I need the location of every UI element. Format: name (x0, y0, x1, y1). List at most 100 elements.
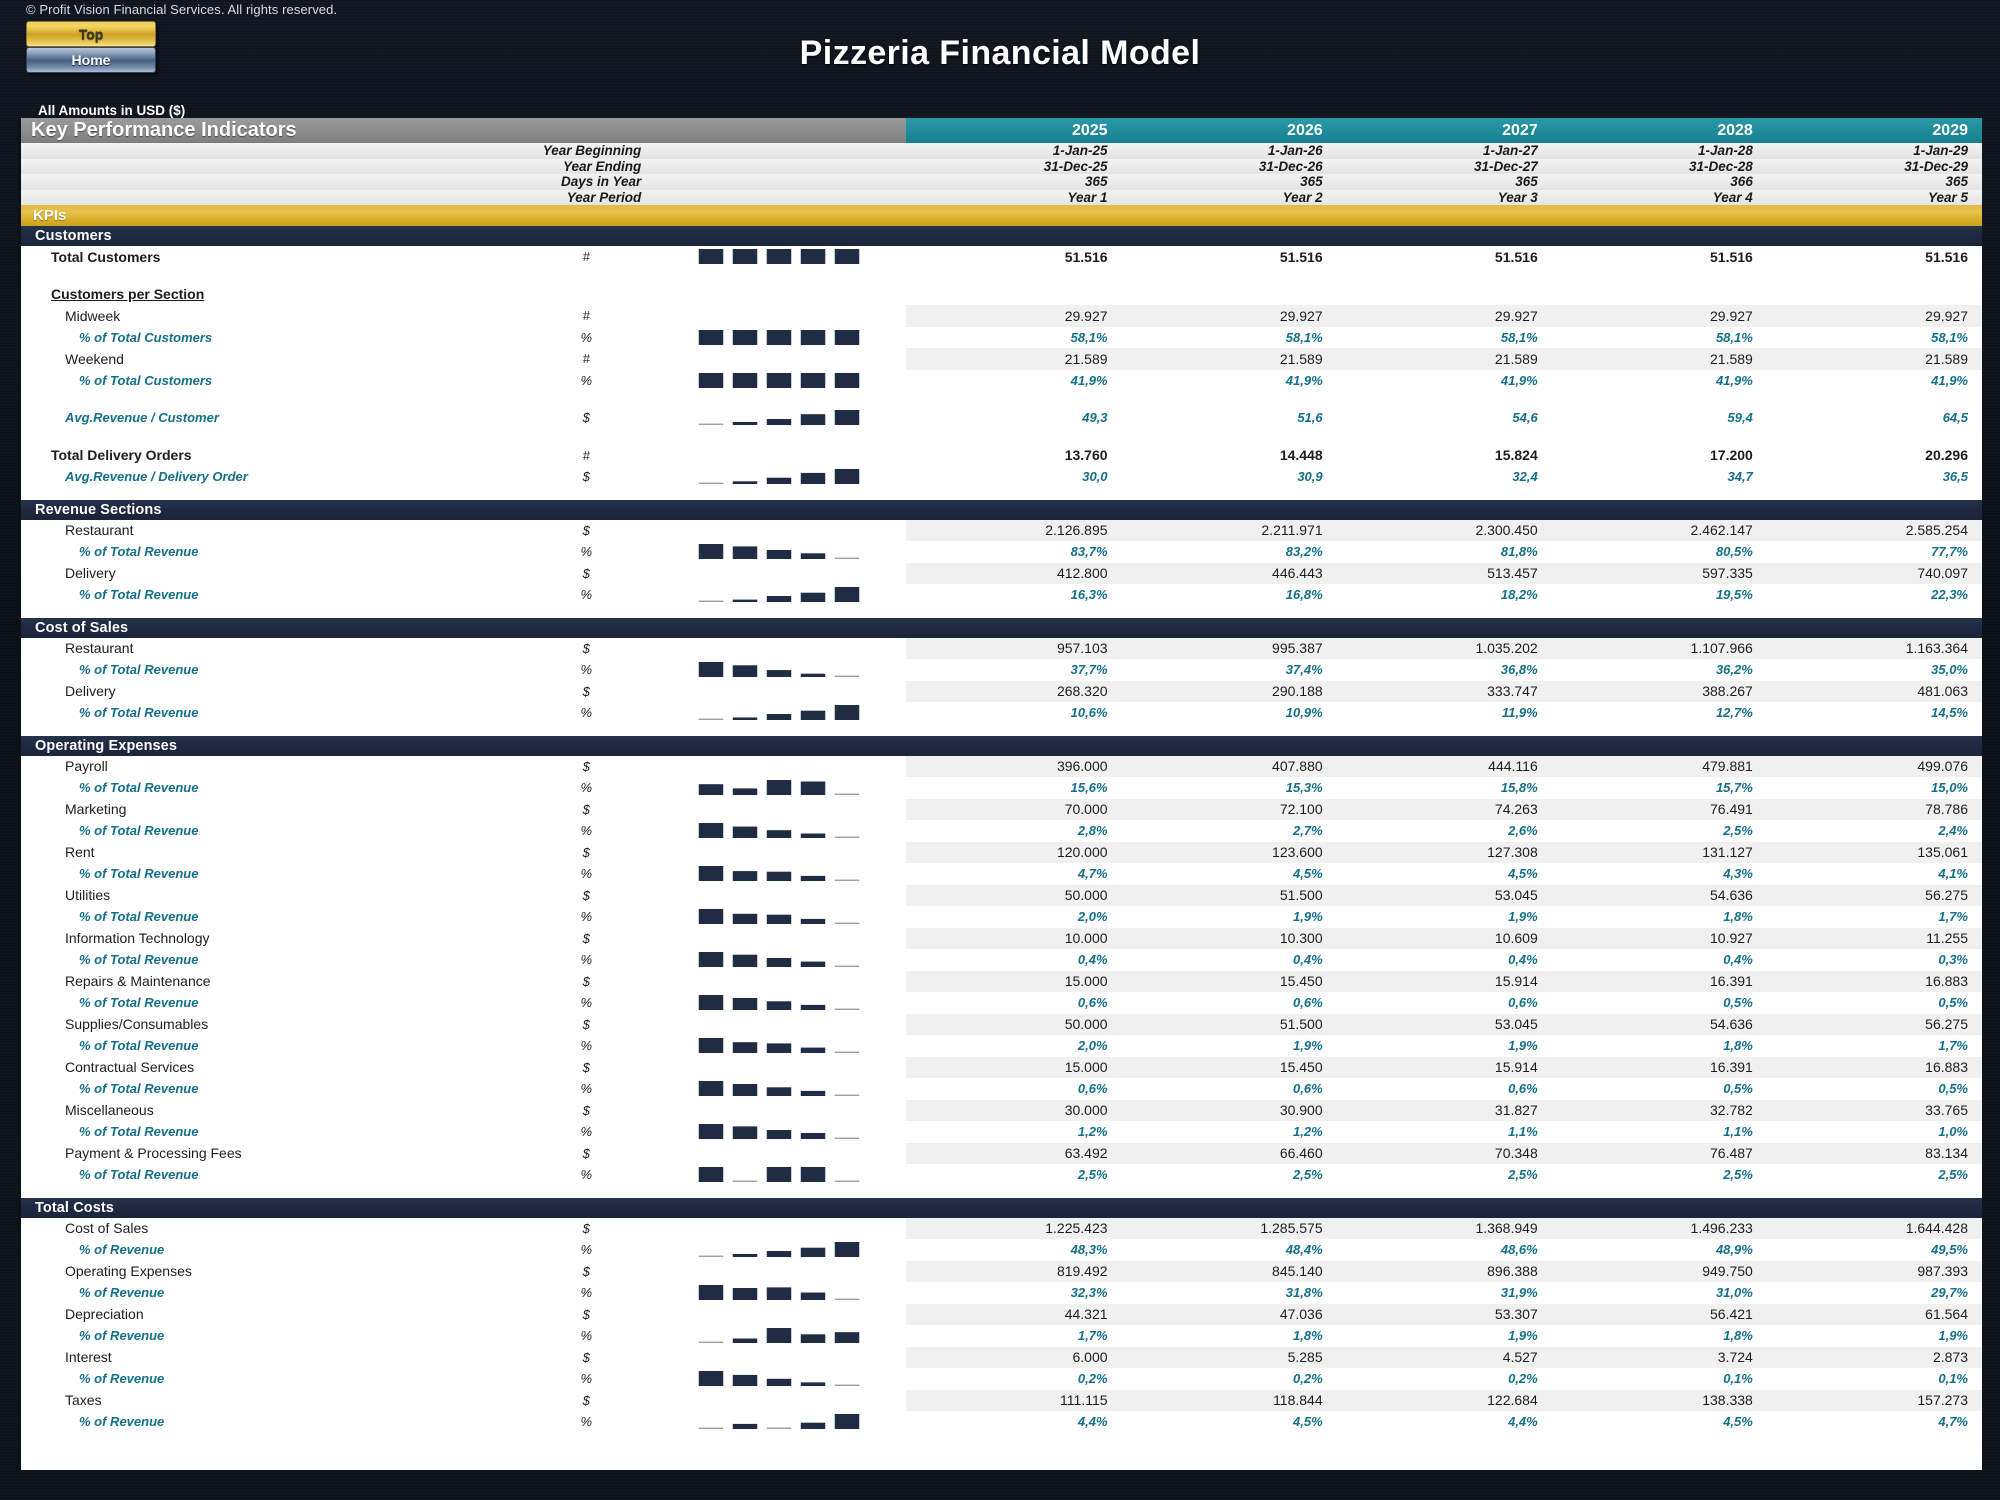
row-sparkline-cell (651, 659, 906, 681)
year-header-2026: 2026 (1121, 118, 1337, 143)
sparkline (698, 249, 860, 265)
date-row-label: Year Period (21, 189, 652, 205)
row-sparkline-cell (651, 541, 906, 563)
row-sparkline-cell (651, 1368, 906, 1390)
row-value: 47.036 (1121, 1303, 1337, 1325)
row-value: 32,4 (1512, 469, 1538, 485)
row-value: 16,3% (1070, 587, 1108, 603)
row-unit: % (580, 1328, 593, 1344)
table-row: Weekend #21.589 21.589 21.589 21.589 21.589 (21, 348, 1982, 370)
table-row: % of Total Revenue% 37,7% 37,4% 36,8% 36,2% 3… (21, 659, 1982, 681)
date-row-spark-pad (651, 174, 907, 190)
row-value: 34,7 (1727, 469, 1753, 485)
row-value: 4,5% (1508, 866, 1538, 882)
row-label: Avg.Revenue / Delivery Order (65, 469, 248, 485)
row-sparkline-cell (651, 906, 906, 928)
row-value: 597.335 (1551, 562, 1767, 584)
row-gap (21, 267, 1982, 284)
row-value: 2,5% (1723, 1167, 1753, 1183)
row-value: 513.457 (1336, 562, 1552, 584)
row-value: 6.000 (906, 1346, 1122, 1368)
row-value: 2,5% (1077, 1167, 1108, 1183)
table-row: Total Customers #51.516 51.516 51.516 51.516… (21, 246, 1982, 268)
row-unit: # (582, 249, 590, 265)
row-value: 77,7% (1931, 544, 1968, 560)
row-value (1767, 284, 1982, 306)
row-sparkline-cell (651, 1411, 906, 1433)
row-value: 995.387 (1121, 637, 1337, 659)
row-value: 2.300.450 (1336, 519, 1552, 541)
row-sparkline-cell (651, 842, 906, 864)
row-gap (21, 391, 1982, 407)
row-value: 1,1% (1508, 1124, 1538, 1140)
row-value: 29,7% (1931, 1285, 1968, 1301)
row-value: 2,5% (1293, 1167, 1323, 1183)
sparkline (698, 410, 860, 426)
row-value: 4,5% (1723, 1414, 1753, 1430)
sparkline (698, 372, 860, 388)
table-row: Avg.Revenue / Customer $49,3 51,6 54,6 59,4 6… (21, 407, 1982, 429)
row-value: 135.061 (1766, 841, 1982, 863)
row-label: Repairs & Maintenance (65, 973, 211, 990)
row-unit: $ (582, 844, 590, 860)
row-value: 74.263 (1336, 798, 1552, 820)
row-value: 41,9% (1931, 372, 1968, 388)
row-value: 4.527 (1336, 1346, 1552, 1368)
date-row-value: 365 (1121, 174, 1337, 190)
row-sparkline-cell (651, 1390, 906, 1412)
row-value: 0,2% (1293, 1371, 1323, 1387)
table-row: Contractual Services $15.000 15.450 15.914 1… (21, 1056, 1982, 1078)
row-value: 957.103 (906, 637, 1122, 659)
row-value: 118.844 (1121, 1389, 1337, 1411)
row-label: Customers per Section (51, 286, 205, 303)
section-header-total-costs: Total Costs (21, 1197, 1982, 1218)
row-value: 0,6% (1293, 995, 1323, 1011)
row-label: Weekend (65, 350, 124, 367)
date-row-value: Year 3 (1336, 189, 1552, 205)
row-unit: # (582, 351, 590, 367)
table-row: Avg.Revenue / Delivery Order $30,0 30,9 32,… (21, 466, 1982, 488)
row-value: 4,1% (1938, 866, 1968, 882)
table-row: Customers per Section (21, 284, 1982, 306)
row-value: 36,5 (1942, 469, 1968, 485)
row-value: 0,4% (1723, 952, 1753, 968)
row-sparkline-cell (651, 1239, 906, 1261)
row-value: 138.338 (1551, 1389, 1767, 1411)
row-sparkline-cell (651, 756, 906, 778)
row-value: 479.881 (1551, 755, 1767, 777)
section-header-cost-of-sales: Cost of Sales (21, 617, 1982, 638)
app-window: © Profit Vision Financial Services. All … (0, 0, 2000, 1500)
row-label: Total Delivery Orders (51, 447, 192, 464)
row-value: 58,1% (1500, 329, 1538, 345)
row-value: 14,5% (1931, 705, 1968, 721)
row-value: 15.450 (1121, 970, 1337, 992)
row-value: 49,5% (1931, 1242, 1968, 1258)
row-value: 41,9% (1285, 372, 1323, 388)
row-value: 2,6% (1508, 823, 1538, 839)
row-value: 0,1% (1938, 1371, 1968, 1387)
row-value: 18,2% (1500, 587, 1538, 603)
row-value: 53.045 (1336, 884, 1552, 906)
sparkline (698, 909, 860, 925)
date-row-value: Year 1 (906, 189, 1122, 205)
row-value: 0,6% (1508, 995, 1538, 1011)
table-row: Information Technology $10.000 10.300 10.60… (21, 927, 1982, 949)
row-value: 15,0% (1931, 780, 1968, 796)
section-spacer (21, 1185, 1982, 1198)
row-value: 44.321 (906, 1303, 1122, 1325)
table-row: % of Total Revenue% 0,6% 0,6% 0,6% 0,5% 0,5% (21, 1078, 1982, 1100)
row-sparkline-cell (651, 1100, 906, 1122)
row-unit: $ (582, 1263, 590, 1279)
row-unit: $ (582, 1349, 590, 1365)
sparkline (698, 705, 860, 721)
sparkline (698, 544, 860, 560)
table-row: % of Total Revenue% 10,6% 10,9% 11,9% 12,7% 1… (21, 702, 1982, 724)
year-header-2027: 2027 (1336, 118, 1552, 143)
date-row-value: Year 2 (1121, 189, 1337, 205)
row-label: Payment & Processing Fees (65, 1145, 242, 1162)
row-value: 10.927 (1551, 927, 1767, 949)
row-value: 59,4 (1727, 410, 1753, 426)
row-value: 51.500 (1121, 884, 1337, 906)
row-value: 123.600 (1121, 841, 1337, 863)
table-row: % of Total Revenue% 2,0% 1,9% 1,9% 1,8% 1,7% (21, 906, 1982, 928)
